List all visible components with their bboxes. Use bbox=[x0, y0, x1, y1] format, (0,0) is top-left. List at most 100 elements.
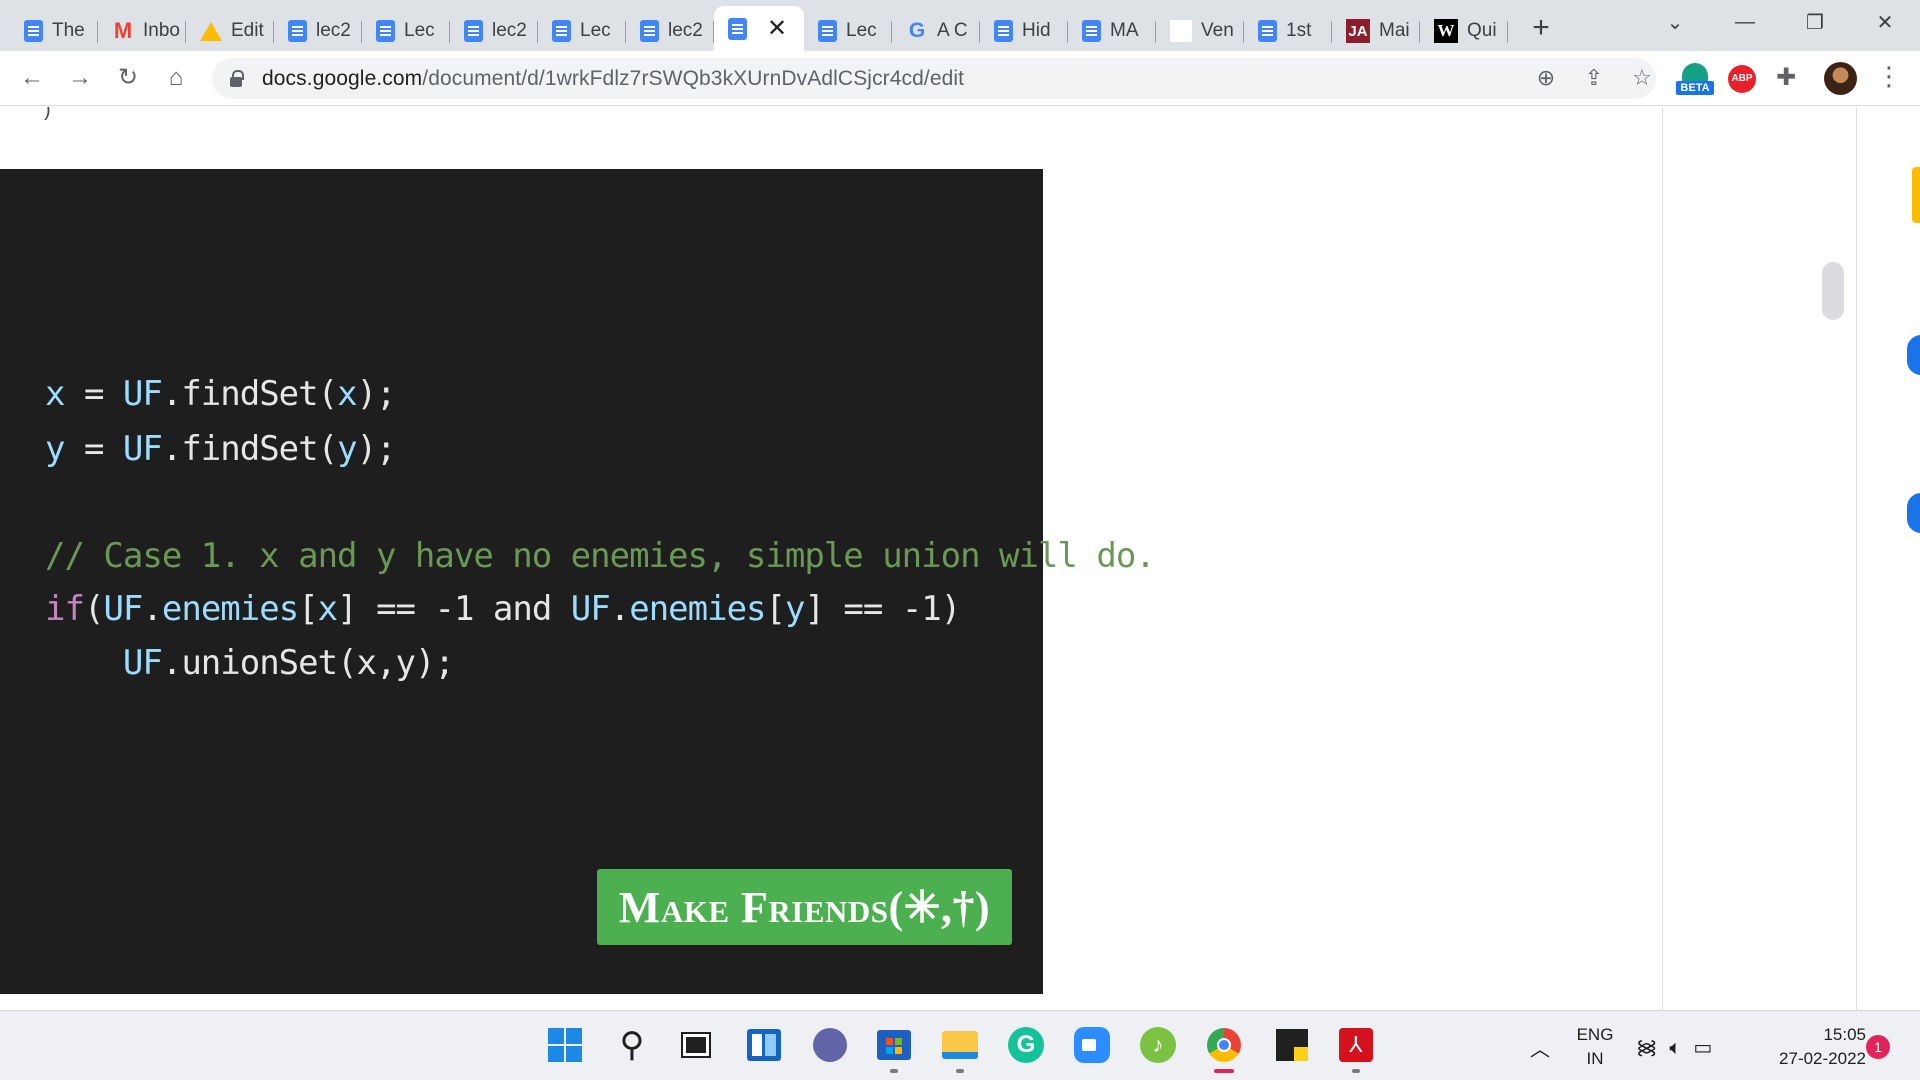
tab-title: 1st bbox=[1286, 20, 1312, 41]
browser-tab[interactable]: Lec bbox=[804, 11, 892, 51]
document-canvas: ) x = UF.findSet(x); y = UF.findSet(y);//… bbox=[0, 107, 1920, 1010]
profile-avatar[interactable] bbox=[1824, 62, 1857, 95]
start-button[interactable] bbox=[545, 1025, 585, 1065]
code-token: x bbox=[45, 374, 66, 414]
code-token: UF bbox=[122, 374, 163, 414]
show-hidden-icons-chevron-icon[interactable]: ︿ bbox=[1530, 1033, 1550, 1062]
battery-icon[interactable]: ▭ bbox=[1693, 1037, 1724, 1059]
docs-icon bbox=[376, 20, 395, 42]
zoom-icon[interactable]: ⊕ bbox=[1530, 62, 1562, 94]
microsoft-store-icon[interactable] bbox=[874, 1025, 914, 1073]
forward-button[interactable]: → bbox=[64, 62, 96, 94]
system-tray-icons[interactable]: ᯼🔈︎▭ bbox=[1636, 1033, 1724, 1060]
chrome-center bbox=[1217, 1038, 1231, 1052]
back-button[interactable]: ← bbox=[16, 62, 48, 94]
gmail-icon: M bbox=[113, 18, 133, 43]
minimize-button[interactable]: — bbox=[1710, 11, 1780, 34]
share-icon[interactable]: ⇪ bbox=[1578, 62, 1610, 94]
browser-tab[interactable]: Edit bbox=[186, 11, 274, 51]
browser-tab[interactable]: lec2 bbox=[274, 11, 362, 51]
code-line: // Case 1. x and y have no enemies, simp… bbox=[45, 536, 1156, 576]
browser-tab[interactable]: Lec bbox=[362, 11, 450, 51]
volume-icon[interactable]: 🔈︎ bbox=[1669, 1037, 1693, 1059]
home-button[interactable]: ⌂ bbox=[160, 62, 192, 94]
code-token: enemies bbox=[629, 589, 766, 629]
widgets-shape bbox=[747, 1029, 781, 1061]
browser-tab[interactable]: M Inbo bbox=[98, 11, 186, 51]
wifi-icon[interactable]: ᯼ bbox=[1636, 1037, 1669, 1059]
sticky-fold bbox=[1294, 1047, 1308, 1061]
restore-button[interactable]: ❐ bbox=[1780, 10, 1850, 35]
browser-tab[interactable]: W Qui bbox=[1420, 11, 1508, 51]
evernote-icon[interactable]: ♪ bbox=[1138, 1025, 1178, 1065]
browser-menu-icon[interactable]: ⋮ bbox=[1876, 61, 1902, 92]
code-screenshot-image[interactable]: x = UF.findSet(x); y = UF.findSet(y);// C… bbox=[0, 169, 1156, 994]
browser-tab[interactable]: Hid bbox=[980, 11, 1068, 51]
tab-strip: The M Inbo Edit lec2 Lec lec2 Lec lec2 ✕ Lec G A C Hi… bbox=[0, 0, 1920, 51]
browser-tab[interactable]: lec2 bbox=[450, 11, 538, 51]
tab-title: MA bbox=[1110, 20, 1139, 41]
tasks-icon[interactable] bbox=[1907, 335, 1920, 375]
browser-tab[interactable]: ✕ bbox=[714, 6, 804, 51]
beta-label: BETA bbox=[1676, 81, 1714, 95]
teams-chat-icon[interactable] bbox=[810, 1025, 850, 1065]
browser-tab[interactable]: JA Mai bbox=[1332, 11, 1420, 51]
tab-search-dropdown-icon[interactable]: ⌄ bbox=[1640, 10, 1710, 35]
browser-tab[interactable]: Lec bbox=[538, 11, 626, 51]
task-view-shape bbox=[681, 1032, 711, 1058]
code-token: .findSet( bbox=[161, 374, 338, 414]
windows-logo-part bbox=[566, 1046, 582, 1062]
url-text[interactable]: docs.google.com/document/d/1wrkFdlz7rSWQ… bbox=[262, 67, 964, 91]
new-tab-button[interactable]: + bbox=[1526, 11, 1556, 45]
close-tab-icon[interactable]: ✕ bbox=[767, 14, 787, 43]
tab-title: A C bbox=[937, 20, 968, 41]
browser-tab[interactable]: MA bbox=[1068, 11, 1156, 51]
acrobat-shape: ⅄ bbox=[1339, 1028, 1373, 1062]
store-logo bbox=[886, 1038, 893, 1045]
browser-tab[interactable]: Ven bbox=[1156, 11, 1244, 51]
widgets-icon[interactable] bbox=[744, 1025, 784, 1065]
code-token: . bbox=[609, 589, 631, 629]
chrome-icon[interactable] bbox=[1204, 1025, 1244, 1073]
sticky-notes-icon[interactable] bbox=[1272, 1025, 1312, 1065]
browser-tab[interactable]: 1st bbox=[1244, 11, 1332, 51]
chrome-shape bbox=[1207, 1028, 1241, 1062]
code-token: ] == -1 and bbox=[337, 589, 571, 629]
code-token: x bbox=[317, 589, 339, 629]
tab-title: Edit bbox=[231, 20, 264, 41]
browser-tab[interactable]: GA C bbox=[892, 11, 980, 51]
clock[interactable]: 15:05 27-02-2022 bbox=[1746, 1023, 1866, 1071]
close-window-button[interactable]: ✕ bbox=[1850, 10, 1920, 35]
zoom-icon[interactable] bbox=[1072, 1025, 1112, 1065]
search-icon[interactable]: ⚲ bbox=[612, 1025, 652, 1065]
windows-logo-part bbox=[566, 1028, 582, 1044]
code-token: x bbox=[337, 374, 358, 414]
reload-button[interactable]: ↻ bbox=[112, 62, 144, 94]
file-explorer-icon[interactable] bbox=[940, 1025, 980, 1073]
browser-tab[interactable]: lec2 bbox=[626, 11, 714, 51]
vertical-scrollbar-thumb[interactable] bbox=[1822, 262, 1844, 320]
google-icon: G bbox=[908, 19, 926, 42]
chat-shape bbox=[813, 1028, 847, 1062]
windows-logo-part bbox=[548, 1046, 564, 1062]
acrobat-reader-icon[interactable]: ⅄ bbox=[1336, 1025, 1376, 1073]
lock-icon[interactable] bbox=[230, 69, 244, 87]
browser-tab[interactable]: The bbox=[10, 11, 98, 51]
region-code: IN bbox=[1586, 1049, 1604, 1068]
adblock-plus-icon[interactable]: ABP bbox=[1728, 65, 1756, 93]
evernote-shape: ♪ bbox=[1140, 1027, 1176, 1063]
language-indicator[interactable]: ENG IN bbox=[1570, 1023, 1620, 1071]
notification-badge[interactable]: 1 bbox=[1866, 1035, 1890, 1059]
bookmark-star-icon[interactable]: ☆ bbox=[1626, 62, 1658, 94]
code-token: = bbox=[64, 374, 123, 414]
contacts-icon[interactable] bbox=[1907, 493, 1920, 533]
beta-extension-icon[interactable]: BETA bbox=[1676, 63, 1714, 97]
keep-icon[interactable] bbox=[1912, 167, 1920, 223]
widgets-panel bbox=[765, 1034, 776, 1056]
text-fragment: ) bbox=[44, 107, 51, 121]
task-view-icon[interactable] bbox=[676, 1025, 716, 1065]
address-bar[interactable]: docs.google.com/document/d/1wrkFdlz7rSWQ… bbox=[212, 58, 1656, 99]
grammarly-icon[interactable]: G bbox=[1006, 1025, 1046, 1065]
extensions-puzzle-icon[interactable]: ✚ bbox=[1776, 63, 1796, 92]
